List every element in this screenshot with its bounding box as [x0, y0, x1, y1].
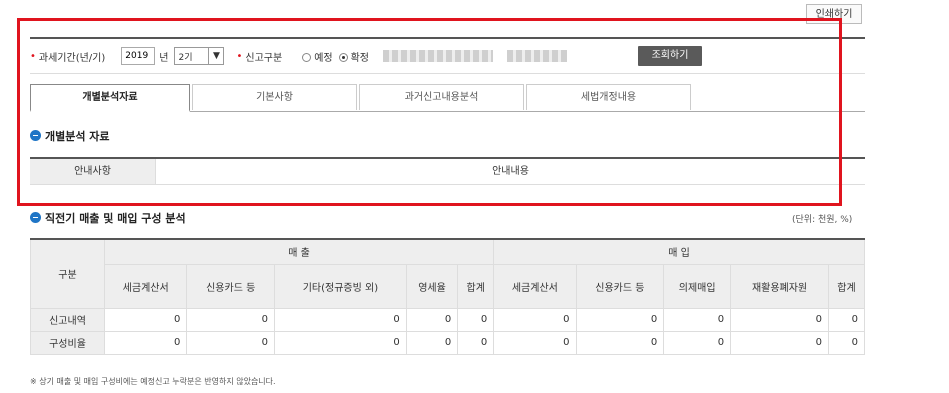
half-select[interactable]: 2기 ▼: [174, 47, 225, 65]
column-header: 신용카드 등: [186, 263, 276, 309]
column-header: 신용카드 등: [575, 263, 665, 309]
column-header: 재활용폐자원: [730, 263, 829, 309]
chevron-down-icon: ▼: [208, 48, 223, 64]
tab-individual-analysis[interactable]: 개별분석자료: [30, 84, 190, 112]
radio-final-label: 확정: [350, 52, 370, 64]
half-select-value: 2기: [178, 52, 193, 63]
table-cell: 0: [274, 330, 407, 355]
table-cell: 0: [730, 330, 829, 355]
col-content: 안내내용: [155, 159, 865, 184]
purchase-header: 매 입: [493, 238, 865, 265]
composition-table: 구분 매 출 매 입 세금계산서 신용카드 등 기타(정규증빙 외) 영세율 합계 세금계…: [30, 238, 866, 355]
required-mark: •: [236, 50, 243, 62]
table-cell: 0: [405, 330, 459, 355]
tab-tax-law-changes[interactable]: 세법개정내용: [526, 84, 691, 110]
table-cell: 0: [663, 330, 732, 355]
section-title-individual: 개별분석 자료: [30, 128, 110, 144]
footnote: ※ 상기 매출 및 매입 구성비에는 예정신고 누락분은 반영하지 않았습니다.: [30, 377, 276, 386]
table-cell: 0: [274, 307, 407, 332]
tab-basic-info[interactable]: 기본사항: [192, 84, 357, 110]
column-header: 합계: [827, 263, 866, 309]
sales-header: 매 출: [103, 238, 495, 265]
column-header: 합계: [457, 263, 495, 309]
table-cell: 0: [103, 307, 188, 332]
row-label: 구성비율: [30, 330, 105, 355]
unit-label: (단위: 천원, %): [792, 215, 853, 225]
period-label: 과세기간(년/기): [38, 52, 106, 64]
table-cell: 0: [405, 307, 459, 332]
radio-icon: [302, 53, 312, 62]
column-header: 영세율: [405, 263, 459, 309]
table-cell: 0: [827, 330, 866, 355]
print-button[interactable]: 인쇄하기: [806, 4, 862, 24]
column-header: 기타(정규증빙 외): [274, 263, 407, 309]
bullet-icon: [30, 130, 41, 141]
table-cell: 0: [493, 330, 577, 355]
table-cell: 0: [493, 307, 577, 332]
row-label: 신고내역: [30, 307, 105, 332]
radio-preliminary[interactable]: 예정: [302, 49, 333, 64]
radio-selected-icon: [338, 53, 348, 62]
table-cell: 0: [103, 330, 188, 355]
table-cell: 0: [457, 307, 495, 332]
column-header: 의제매입: [663, 263, 732, 309]
section-title-composition: 직전기 매출 및 매입 구성 분석: [30, 210, 186, 226]
redacted-info: [383, 50, 494, 62]
table-cell: 0: [186, 307, 276, 332]
radio-final[interactable]: 확정: [338, 49, 370, 64]
section-title-text: 직전기 매출 및 매입 구성 분석: [45, 212, 186, 225]
table-cell: 0: [457, 330, 495, 355]
col-guide: 안내사항: [30, 159, 155, 184]
table-cell: 0: [575, 307, 665, 332]
query-button[interactable]: 조회하기: [638, 46, 702, 66]
section-title-text: 개별분석 자료: [45, 130, 110, 143]
search-filter-bar: • 과세기간(년/기) 년 2기 ▼ • 신고구분 예정 확정 조회하기: [30, 37, 865, 74]
info-table-header: 안내사항 안내내용: [30, 157, 865, 185]
column-header: 세금계산서: [493, 263, 577, 309]
table-cell: 0: [827, 307, 866, 332]
report-type-label: 신고구분: [245, 52, 283, 64]
col-group: 구분: [30, 238, 105, 309]
year-input[interactable]: [121, 47, 156, 65]
bullet-icon: [30, 212, 41, 223]
table-row: 구성비율 0 0 0 0 0 0 0 0 0 0: [30, 330, 866, 355]
radio-preliminary-label: 예정: [314, 52, 333, 64]
table-row: 신고내역 0 0 0 0 0 0 0 0 0 0: [30, 307, 866, 332]
table-cell: 0: [186, 330, 276, 355]
tab-past-report-analysis[interactable]: 과거신고내용분석: [359, 84, 524, 110]
table-cell: 0: [663, 307, 732, 332]
table-cell: 0: [575, 330, 665, 355]
table-cell: 0: [730, 307, 829, 332]
column-header: 세금계산서: [103, 263, 188, 309]
year-unit-label: 년: [159, 52, 169, 64]
required-mark: •: [30, 50, 36, 62]
tab-bar: 개별분석자료 기본사항 과거신고내용분석 세법개정내용: [30, 84, 865, 112]
redacted-info: [507, 50, 568, 62]
